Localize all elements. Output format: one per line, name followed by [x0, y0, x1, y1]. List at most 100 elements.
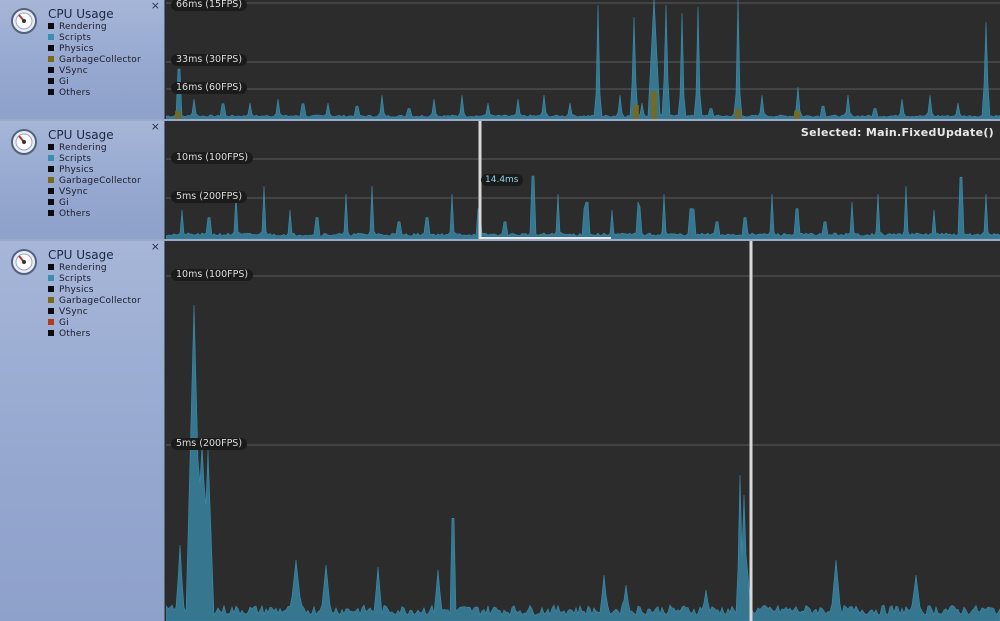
legend-swatch: [48, 45, 54, 51]
gridline-label: 5ms (200FPS): [171, 438, 248, 450]
legend-swatch: [48, 330, 54, 336]
legend-swatch: [48, 275, 54, 281]
panel-title: CPU Usage: [48, 7, 114, 21]
legend-swatch: [48, 155, 54, 161]
legend-item-vsync[interactable]: VSync: [48, 187, 141, 198]
legend-swatch: [48, 199, 54, 205]
legend-item-gi[interactable]: Gi: [48, 77, 141, 88]
garbage-collector-bar: [175, 111, 181, 119]
cpu-graph-1[interactable]: 66ms (15FPS) 33ms (30FPS) 16ms (60FPS): [166, 0, 1000, 119]
panel-1-sidebar: CPU Usage × Rendering Scripts Physics Ga…: [0, 0, 165, 119]
legend-swatch: [48, 297, 54, 303]
legend-item-scripts[interactable]: Scripts: [48, 33, 141, 44]
legend-swatch: [48, 308, 54, 314]
legend-label: Gi: [59, 77, 69, 87]
legend-item-others[interactable]: Others: [48, 209, 141, 220]
cpu-gauge-icon: [11, 129, 37, 155]
legend-label: Rendering: [59, 263, 107, 273]
legend-label: GarbageCollector: [59, 55, 141, 65]
legend-item-rendering[interactable]: Rendering: [48, 22, 141, 33]
legend-swatch: [48, 78, 54, 84]
legend-item-others[interactable]: Others: [48, 88, 141, 99]
gridline-label: 10ms (100FPS): [171, 269, 254, 281]
legend-label: GarbageCollector: [59, 296, 141, 306]
legend-item-others[interactable]: Others: [48, 329, 141, 340]
cpu-usage-panel-2: CPU Usage × Rendering Scripts Physics Ga…: [0, 121, 1000, 239]
garbage-collector-bar: [633, 105, 639, 119]
legend-label: Physics: [59, 44, 94, 54]
legend-swatch: [48, 319, 54, 325]
cpu-usage-panel-1: CPU Usage × Rendering Scripts Physics Ga…: [0, 0, 1000, 119]
legend-item-physics[interactable]: Physics: [48, 44, 141, 55]
legend-item-vsync[interactable]: VSync: [48, 307, 141, 318]
legend: Rendering Scripts Physics GarbageCollect…: [48, 263, 141, 340]
legend-item-rendering[interactable]: Rendering: [48, 143, 141, 154]
cpu-gauge-icon: [11, 8, 37, 34]
legend-label: GarbageCollector: [59, 176, 141, 186]
legend-label: Others: [59, 329, 91, 339]
panel-3-sidebar: CPU Usage × Rendering Scripts Physics Ga…: [0, 241, 165, 621]
legend-item-rendering[interactable]: Rendering: [48, 263, 141, 274]
legend-item-gi[interactable]: Gi: [48, 198, 141, 209]
legend-swatch: [48, 34, 54, 40]
legend-label: VSync: [59, 66, 88, 76]
garbage-collector-bar: [651, 91, 657, 119]
legend-swatch: [48, 286, 54, 292]
legend-label: Scripts: [59, 154, 92, 164]
legend-swatch: [48, 144, 54, 150]
gridline-label: 5ms (200FPS): [171, 191, 248, 203]
legend-label: Others: [59, 209, 91, 219]
legend-swatch: [48, 89, 54, 95]
garbage-collector-bar: [794, 111, 800, 119]
legend-item-garbagecollector[interactable]: GarbageCollector: [48, 55, 141, 66]
legend-item-garbagecollector[interactable]: GarbageCollector: [48, 296, 141, 307]
legend-item-vsync[interactable]: VSync: [48, 66, 141, 77]
scripts-area: [166, 175, 1000, 239]
legend-item-scripts[interactable]: Scripts: [48, 154, 141, 165]
scripts-area: [166, 0, 1000, 119]
legend-label: Rendering: [59, 143, 107, 153]
graph-canvas: [166, 0, 1000, 119]
gridline-label: 16ms (60FPS): [171, 82, 248, 94]
frame-value-tag: 14.4ms: [481, 174, 523, 186]
legend-swatch: [48, 177, 54, 183]
cpu-usage-panel-3: CPU Usage × Rendering Scripts Physics Ga…: [0, 241, 1000, 621]
legend-label: VSync: [59, 307, 88, 317]
cpu-graph-2[interactable]: 10ms (100FPS) 5ms (200FPS) Selected: Mai…: [166, 121, 1000, 239]
legend-label: Gi: [59, 198, 69, 208]
legend: Rendering Scripts Physics GarbageCollect…: [48, 22, 141, 99]
legend-item-gi[interactable]: Gi: [48, 318, 141, 329]
panel-title: CPU Usage: [48, 248, 114, 262]
panel-2-sidebar: CPU Usage × Rendering Scripts Physics Ga…: [0, 121, 165, 239]
legend-swatch: [48, 264, 54, 270]
legend-swatch: [48, 210, 54, 216]
close-icon[interactable]: ×: [151, 121, 160, 133]
legend-swatch: [48, 188, 54, 194]
legend-item-physics[interactable]: Physics: [48, 165, 141, 176]
legend-swatch: [48, 166, 54, 172]
cpu-gauge-icon: [11, 249, 37, 275]
legend-label: Gi: [59, 318, 69, 328]
gridline-label: 33ms (30FPS): [171, 54, 248, 66]
legend-swatch: [48, 67, 54, 73]
legend-item-physics[interactable]: Physics: [48, 285, 141, 296]
cpu-graph-3[interactable]: 10ms (100FPS) 5ms (200FPS): [166, 241, 1000, 621]
legend-label: Rendering: [59, 22, 107, 32]
legend-label: Physics: [59, 285, 94, 295]
legend-label: Others: [59, 88, 91, 98]
legend: Rendering Scripts Physics GarbageCollect…: [48, 143, 141, 220]
legend-swatch: [48, 23, 54, 29]
legend-label: Scripts: [59, 274, 92, 284]
legend-swatch: [48, 56, 54, 62]
panel-title: CPU Usage: [48, 128, 114, 142]
legend-item-scripts[interactable]: Scripts: [48, 274, 141, 285]
close-icon[interactable]: ×: [151, 241, 160, 253]
legend-label: Scripts: [59, 33, 92, 43]
legend-item-garbagecollector[interactable]: GarbageCollector: [48, 176, 141, 187]
legend-label: Physics: [59, 165, 94, 175]
garbage-collector-bar: [735, 109, 741, 119]
graph-canvas: [166, 241, 1000, 621]
close-icon[interactable]: ×: [151, 0, 160, 12]
legend-label: VSync: [59, 187, 88, 197]
selected-item-label: Selected: Main.FixedUpdate(): [800, 126, 994, 139]
